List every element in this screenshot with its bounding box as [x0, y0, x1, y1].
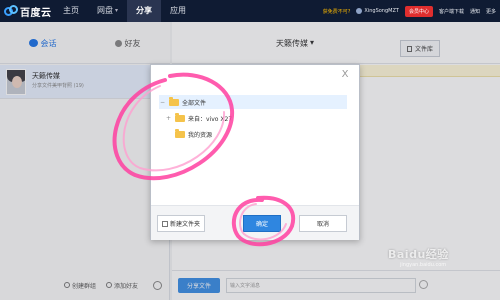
- folder-icon: [169, 96, 179, 106]
- nav-home-label: 主页: [63, 6, 79, 15]
- new-folder-label: 新建文件夹: [169, 221, 200, 228]
- notifications-link[interactable]: 通知: [470, 8, 480, 15]
- logo-text: 百度云: [20, 7, 52, 19]
- tree-item-from-vivo[interactable]: + 来自：vivo X27: [165, 111, 232, 125]
- top-nav-bar: 百度云 主页 网盘 ▾ 分享 应用 获免费不可? XingSongMZT 会员中心…: [0, 0, 500, 22]
- confirm-button[interactable]: 确定: [243, 215, 281, 232]
- folder-picker-dialog: X − 全部文件 + 来自：vivo X27 我的资源 新建文件夹 确定 取消: [150, 64, 360, 240]
- dialog-footer: 新建文件夹 确定 取消: [151, 205, 359, 240]
- baidu-cloud-logo[interactable]: 百度云: [4, 3, 52, 19]
- tree-item-all-files[interactable]: − 全部文件: [159, 95, 347, 109]
- cancel-button[interactable]: 取消: [299, 215, 347, 232]
- close-icon[interactable]: X: [339, 69, 351, 81]
- nav-netdisk[interactable]: 网盘 ▾: [88, 0, 127, 22]
- avatar: [356, 8, 363, 14]
- tree-item-label: 来自：vivo X27: [188, 115, 233, 123]
- new-folder-icon: [161, 220, 168, 227]
- nav-home[interactable]: 主页: [54, 0, 88, 22]
- new-folder-button[interactable]: 新建文件夹: [157, 215, 205, 232]
- watermark-url: jingyan.baidu.com: [400, 262, 447, 268]
- cloud-logo-icon: [4, 5, 18, 17]
- folder-icon: [175, 128, 185, 138]
- collapse-icon[interactable]: −: [159, 99, 166, 106]
- nav-apps[interactable]: 应用: [161, 0, 195, 22]
- free-offer-link[interactable]: 获免费不可?: [323, 8, 351, 15]
- top-right-area: 获免费不可? XingSongMZT 会员中心 客户端下载 通知 更多: [323, 0, 496, 22]
- member-center-button[interactable]: 会员中心: [404, 5, 433, 17]
- tree-item-label: 全部文件: [182, 99, 207, 107]
- folder-icon: [175, 112, 185, 122]
- main-nav: 主页 网盘 ▾ 分享 应用: [54, 0, 195, 22]
- client-download-link[interactable]: 客户端下载: [439, 8, 464, 15]
- tree-item-my-resources[interactable]: 我的资源: [165, 127, 212, 141]
- nav-netdisk-label: 网盘: [97, 6, 113, 15]
- more-link[interactable]: 更多: [486, 8, 496, 15]
- nav-share[interactable]: 分享: [127, 0, 162, 22]
- nav-share-label: 分享: [136, 6, 153, 15]
- expand-icon[interactable]: +: [165, 115, 172, 122]
- username: XingSongMZT: [364, 8, 399, 14]
- watermark: Baidu经验: [388, 248, 449, 261]
- nav-apps-label: 应用: [170, 6, 187, 15]
- user-menu[interactable]: XingSongMZT: [356, 8, 399, 14]
- tree-item-label: 我的资源: [188, 131, 213, 139]
- chevron-down-icon: ▾: [115, 7, 119, 14]
